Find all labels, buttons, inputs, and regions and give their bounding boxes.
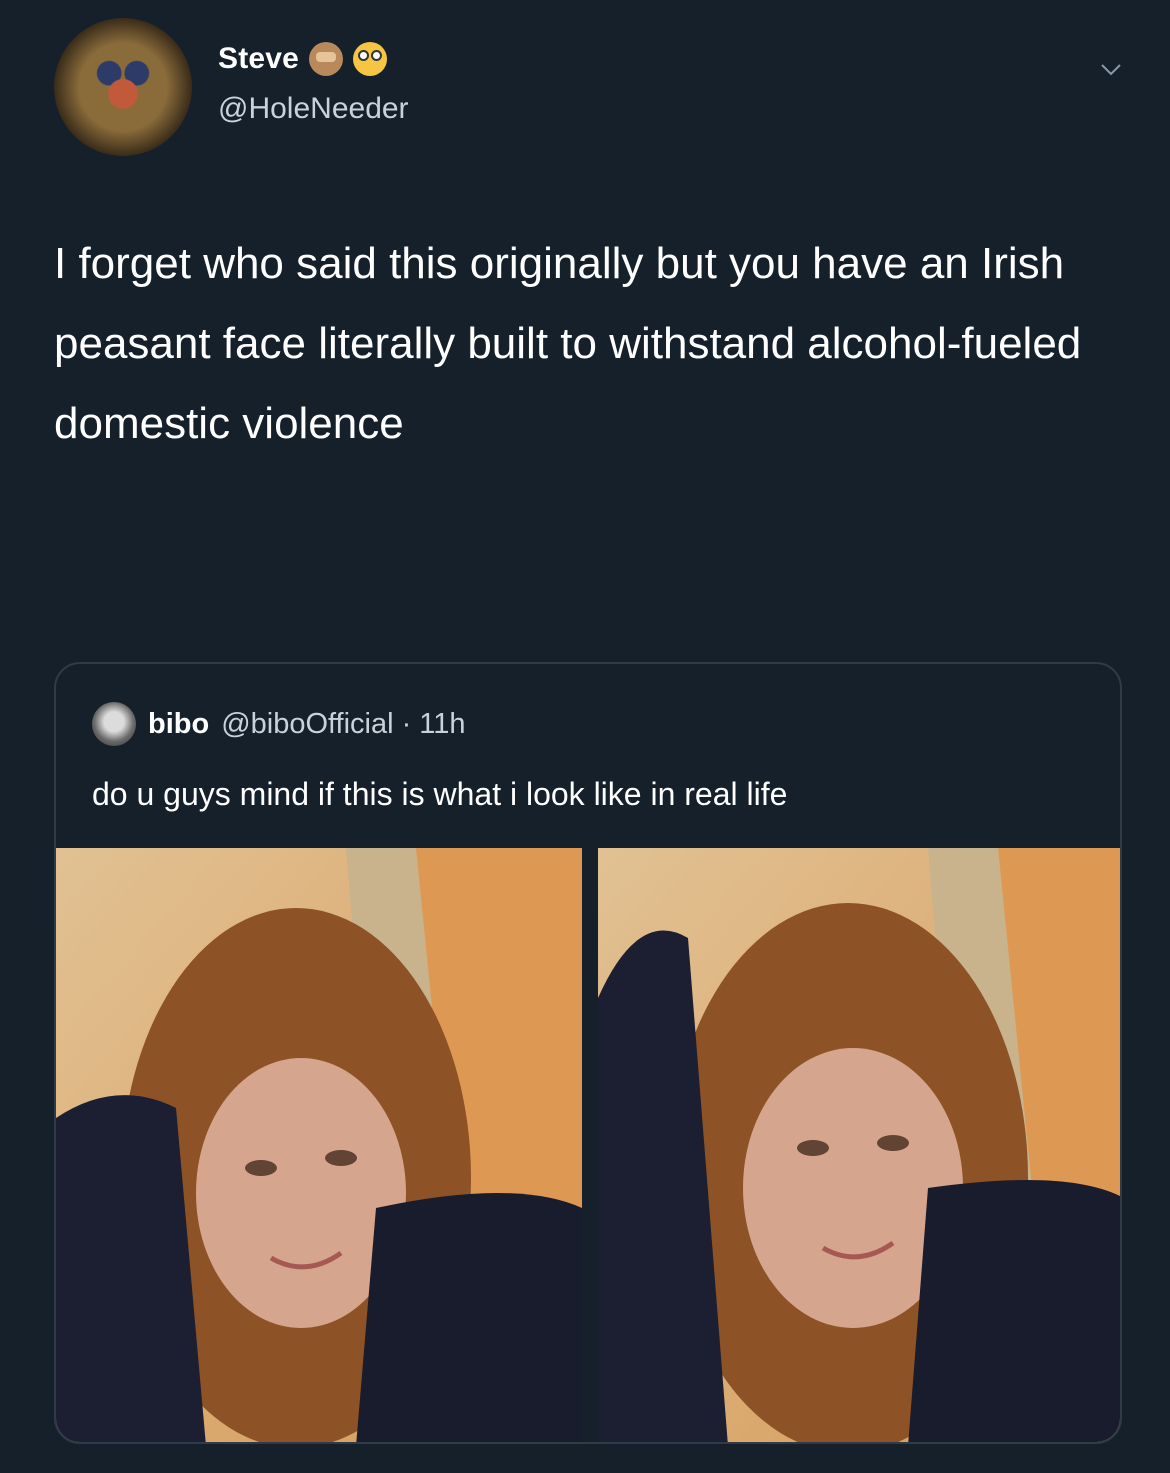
quoted-timestamp[interactable]: 11h [419, 708, 465, 741]
flushed-face-emoji-icon [353, 42, 388, 76]
quoted-tweet-card[interactable]: bibo @biboOfficial · 11h do u guys mind … [54, 662, 1122, 1444]
quoted-user-avatar[interactable] [92, 702, 136, 746]
quoted-user-handle[interactable]: @biboOfficial [221, 708, 393, 741]
selfie-photo-1[interactable] [56, 848, 582, 1442]
tweet-header: Steve @HoleNeeder [54, 18, 1134, 158]
chevron-down-icon[interactable] [1100, 58, 1122, 80]
user-handle[interactable]: @HoleNeeder [218, 92, 409, 126]
selfie-photo-2[interactable] [598, 848, 1120, 1442]
name-row: Steve [218, 42, 388, 76]
quoted-tweet-text: do u guys mind if this is what i look li… [92, 776, 788, 812]
quoted-tweet-header: bibo @biboOfficial · 11h [92, 702, 465, 746]
display-name[interactable]: Steve [218, 42, 299, 76]
separator-dot: · [401, 707, 412, 740]
see-no-evil-monkey-emoji-icon [309, 42, 344, 76]
user-avatar[interactable] [54, 18, 192, 156]
tweet-text: I forget who said this originally but yo… [54, 239, 1082, 448]
quoted-display-name[interactable]: bibo [148, 708, 209, 741]
